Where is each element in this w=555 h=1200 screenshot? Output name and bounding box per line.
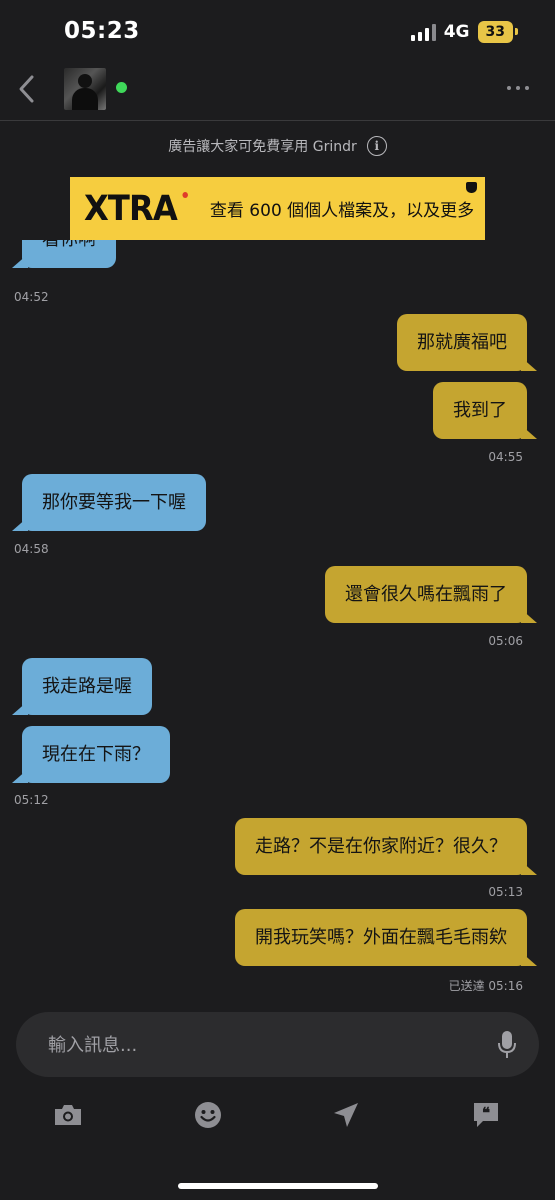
message-bubble-outgoing[interactable]: 開我玩笑嗎？外面在飄毛毛雨欸 bbox=[235, 909, 537, 966]
battery-icon: 33 bbox=[477, 21, 519, 43]
grindr-mask-icon bbox=[466, 182, 477, 193]
home-indicator bbox=[178, 1183, 378, 1189]
message-timestamp: 05:06 bbox=[488, 634, 523, 648]
camera-icon bbox=[55, 1105, 81, 1125]
message-bubble-outgoing[interactable]: 走路？不是在你家附近？很久？ bbox=[235, 818, 537, 875]
chevron-left-icon bbox=[19, 75, 34, 103]
network-type: 4G bbox=[443, 22, 470, 42]
message-timestamp: 05:12 bbox=[14, 793, 49, 807]
ad-notice-text: 廣告讓大家可免費享用 Grindr bbox=[168, 139, 357, 155]
microphone-icon[interactable] bbox=[497, 1030, 517, 1060]
location-button[interactable] bbox=[326, 1095, 366, 1135]
delivery-status: 已送達 05:16 bbox=[448, 979, 523, 993]
signal-icon bbox=[410, 23, 436, 41]
message-timestamp: 04:55 bbox=[488, 450, 523, 464]
message-timestamp: 04:58 bbox=[14, 542, 49, 556]
message-list: 看你啊 04:52 那就廣福吧 我到了 04:55 那你要等我一下喔 04:58… bbox=[0, 240, 555, 1005]
svg-text:❝: ❝ bbox=[482, 1104, 490, 1122]
message-bubble-incoming[interactable]: 那你要等我一下喔 bbox=[12, 474, 206, 531]
message-bubble-incoming[interactable]: 看你啊 bbox=[12, 240, 116, 268]
message-bubble-incoming[interactable]: 我走路是喔 bbox=[12, 658, 152, 715]
message-bubble-outgoing[interactable]: 還會很久嗎在飄雨了 bbox=[325, 566, 537, 623]
saved-phrases-button[interactable]: ❝ bbox=[466, 1095, 506, 1135]
status-indicators: 4G 33 bbox=[410, 21, 519, 43]
camera-button[interactable] bbox=[48, 1095, 88, 1135]
avatar[interactable] bbox=[64, 68, 106, 110]
xtra-logo: XTRA bbox=[84, 188, 188, 229]
saved-phrases-icon: ❝ bbox=[474, 1103, 498, 1127]
online-status-indicator bbox=[116, 82, 127, 93]
back-button[interactable] bbox=[10, 72, 44, 106]
chat-header bbox=[0, 60, 555, 121]
more-options-button[interactable] bbox=[507, 86, 529, 90]
ad-notice: 廣告讓大家可免費享用 Grindr i bbox=[0, 136, 555, 156]
ad-text: 查看 600 個個人檔案及，以及更多 bbox=[209, 201, 475, 221]
ad-banner[interactable]: XTRA 查看 600 個個人檔案及，以及更多 bbox=[70, 177, 485, 240]
chat-toolbar: ❝ bbox=[0, 1095, 555, 1141]
xtra-logo-text: XTRA bbox=[84, 188, 178, 229]
message-bubble-incoming[interactable]: 現在在下雨？ bbox=[12, 726, 170, 783]
message-composer bbox=[16, 1012, 539, 1079]
emoji-icon bbox=[195, 1102, 221, 1128]
emoji-button[interactable] bbox=[188, 1095, 228, 1135]
status-time: 05:23 bbox=[64, 18, 140, 44]
message-timestamp: 04:52 bbox=[14, 290, 49, 304]
location-icon bbox=[334, 1103, 358, 1127]
message-input[interactable] bbox=[46, 1012, 470, 1079]
message-timestamp: 05:13 bbox=[488, 885, 523, 899]
info-icon[interactable]: i bbox=[366, 136, 387, 156]
message-bubble-outgoing[interactable]: 那就廣福吧 bbox=[397, 314, 537, 371]
message-bubble-outgoing[interactable]: 我到了 bbox=[433, 382, 537, 439]
